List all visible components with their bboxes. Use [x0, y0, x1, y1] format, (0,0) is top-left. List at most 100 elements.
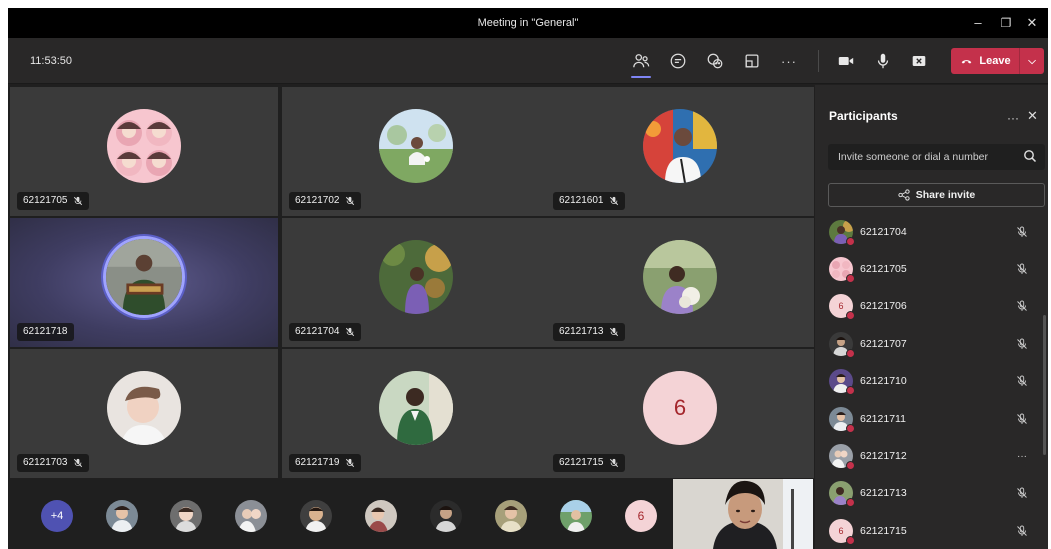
strip-avatar[interactable] — [495, 500, 527, 532]
panel-title: Participants — [829, 109, 898, 123]
mic-muted-icon[interactable] — [1015, 337, 1029, 351]
participant-row[interactable]: 62121710 — [815, 363, 1048, 400]
participant-row[interactable]: 62121707 — [815, 325, 1048, 362]
status-badge — [846, 461, 855, 471]
window-title: Meeting in "General" — [477, 17, 579, 29]
participant-name-tag: 62121702 — [289, 192, 361, 210]
participant-name: 62121713 — [860, 487, 907, 500]
people-icon[interactable] — [627, 47, 655, 78]
mic-muted-icon — [609, 327, 618, 337]
chat-icon[interactable] — [664, 47, 692, 75]
mic-muted-icon[interactable] — [1015, 486, 1029, 500]
participant-row[interactable]: 62121713 — [815, 475, 1048, 512]
participant-avatar — [379, 108, 453, 183]
status-badge — [846, 348, 855, 358]
status-badge — [846, 498, 855, 508]
participant-name: 62121704 — [860, 225, 907, 238]
participant-avatar — [379, 239, 453, 314]
more-participants-button[interactable]: +4 — [41, 500, 73, 532]
participant-name: 62121715 — [559, 457, 604, 468]
strip-initial-avatar[interactable]: 6 — [625, 500, 657, 532]
video-tile[interactable]: 6 62121715 — [546, 349, 814, 478]
participant-name-tag: 62121703 — [17, 454, 89, 472]
more-options-icon[interactable]: ··· — [1015, 449, 1029, 463]
close-window-button[interactable]: ✕ — [1018, 8, 1046, 38]
video-tile-active-speaker[interactable]: 62121718 — [10, 218, 278, 347]
share-tray-icon[interactable] — [738, 47, 766, 75]
participant-name-tag: 62121719 — [289, 454, 361, 472]
participant-avatar — [379, 370, 453, 445]
participant-name: 62121712 — [860, 450, 907, 463]
participant-name: 62121704 — [295, 326, 340, 337]
participants-panel: Participants ··· ✕ Share invite 62121704 — [815, 85, 1048, 549]
participant-name: 62121713 — [559, 326, 604, 337]
toolbar-divider — [818, 50, 819, 72]
mic-muted-icon[interactable] — [1015, 374, 1029, 388]
meeting-toolbar: 11:53:50 ··· Leave ⌵ — [8, 38, 1048, 84]
mic-muted-icon[interactable] — [1015, 412, 1029, 426]
participant-name: 62121718 — [23, 326, 68, 337]
share-invite-button[interactable]: Share invite — [828, 183, 1045, 207]
maximize-button[interactable]: ❐ — [992, 8, 1020, 38]
participant-name-tag: 62121705 — [17, 192, 89, 210]
meeting-timer: 11:53:50 — [30, 55, 73, 67]
participant-row[interactable]: 6 62121706 — [815, 288, 1048, 325]
participant-row[interactable]: 6 62121715 — [815, 512, 1048, 549]
participant-avatar: 6 — [829, 518, 855, 545]
video-tile[interactable]: 62121704 — [282, 218, 550, 347]
video-tile[interactable]: 62121719 — [282, 349, 550, 478]
video-tile[interactable]: 62121703 — [10, 349, 278, 478]
mic-muted-icon[interactable] — [1015, 225, 1029, 239]
invite-input[interactable] — [828, 144, 1045, 170]
participant-avatar — [107, 370, 181, 445]
reactions-icon[interactable] — [701, 47, 729, 75]
status-badge — [846, 535, 855, 545]
mic-icon[interactable] — [869, 47, 897, 75]
overflow-participant-strip: +4 6 — [8, 479, 813, 549]
strip-avatar[interactable] — [300, 500, 332, 532]
participant-name: 62121719 — [295, 457, 340, 468]
mic-muted-icon — [609, 196, 618, 206]
status-badge — [846, 423, 855, 433]
video-tile[interactable]: 62121601 — [546, 87, 814, 216]
participant-name: 62121711 — [860, 412, 906, 425]
panel-more-options-icon[interactable]: ··· — [1007, 111, 1019, 125]
more-options-icon[interactable]: ··· — [775, 47, 803, 75]
mic-muted-icon[interactable] — [1015, 299, 1029, 313]
participant-row[interactable]: 62121704 — [815, 213, 1048, 250]
participant-name-tag: 62121601 — [553, 192, 625, 210]
participant-row[interactable]: 62121711 — [815, 400, 1048, 437]
mic-muted-icon[interactable] — [1015, 524, 1029, 538]
video-tile[interactable]: 62121705 — [10, 87, 278, 216]
leave-dropdown-button[interactable]: ⌵ — [1020, 56, 1044, 67]
camera-icon[interactable] — [832, 47, 860, 75]
video-tile[interactable]: 62121713 — [546, 218, 814, 347]
mic-muted-icon — [345, 458, 354, 468]
search-icon[interactable] — [1023, 149, 1037, 163]
participant-name: 62121705 — [23, 195, 68, 206]
strip-avatar[interactable] — [170, 500, 202, 532]
strip-avatar[interactable] — [430, 500, 462, 532]
leave-button[interactable]: Leave ⌵ — [951, 48, 1044, 74]
participant-avatar — [643, 239, 717, 314]
panel-close-button[interactable]: ✕ — [1027, 108, 1038, 124]
participant-avatar — [829, 444, 855, 471]
status-badge — [846, 274, 855, 284]
minimize-button[interactable]: – — [964, 8, 992, 38]
participant-row[interactable]: 62121705 — [815, 250, 1048, 287]
mic-muted-icon — [73, 458, 82, 468]
participant-row[interactable]: 62121712 ··· — [815, 437, 1048, 474]
panel-scrollbar[interactable] — [1043, 315, 1046, 455]
self-video-preview — [673, 479, 813, 549]
strip-avatar[interactable] — [235, 500, 267, 532]
mic-muted-icon[interactable] — [1015, 262, 1029, 276]
participant-name: 62121707 — [860, 337, 907, 350]
video-tile[interactable]: 62121702 — [282, 87, 550, 216]
strip-avatar[interactable] — [560, 500, 592, 532]
mic-muted-icon — [345, 196, 354, 206]
share-screen-icon[interactable] — [905, 47, 933, 75]
strip-avatar[interactable] — [106, 500, 138, 532]
leave-main[interactable]: Leave — [951, 55, 1019, 67]
participant-initial-avatar: 6 — [643, 370, 717, 445]
strip-avatar[interactable] — [365, 500, 397, 532]
